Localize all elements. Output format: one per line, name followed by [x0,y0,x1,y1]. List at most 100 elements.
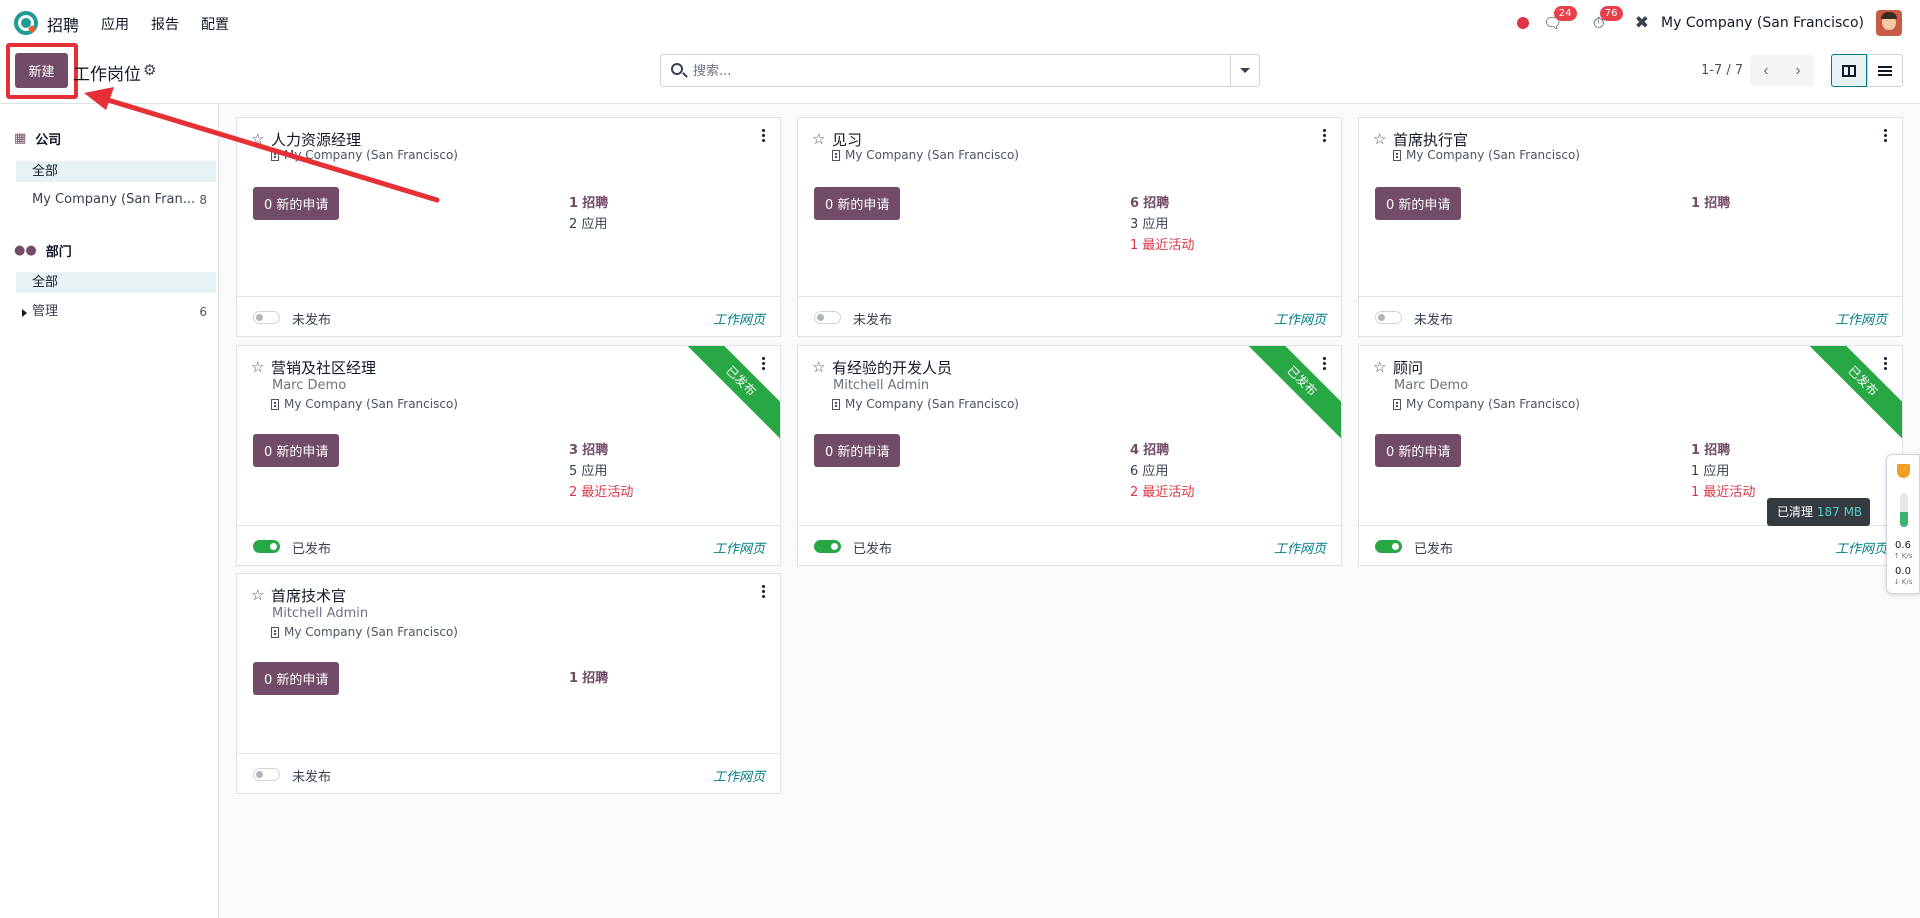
recruitment-stat[interactable]: 6 招聘 [1130,192,1169,211]
new-applications-button[interactable]: 0 新的申请 [814,434,901,467]
job-webpage-link[interactable]: 工作网页 [1274,538,1326,557]
recent-activity-stat[interactable]: 1 最近活动 [1130,234,1194,253]
department-filter-all[interactable]: 全部 [16,272,216,293]
job-webpage-link[interactable]: 工作网页 [1835,309,1887,328]
job-webpage-link[interactable]: 工作网页 [1835,538,1887,557]
job-card[interactable]: ☆ 见习 My Company (San Francisco) 0 新的申请 6 招聘 3… [797,117,1342,337]
publish-toggle[interactable] [253,768,280,781]
new-applications-button[interactable]: 0 新的申请 [253,434,340,467]
favorite-star-icon[interactable]: ☆ [251,358,264,376]
recruitment-stat[interactable]: 3 招聘 [569,439,608,458]
recruitment-count: 1 [1691,196,1701,211]
card-menu-icon[interactable] [762,357,766,371]
job-card[interactable]: ☆ 首席执行官 My Company (San Francisco) 0 新的申请 1 … [1358,117,1903,337]
publish-toggle[interactable] [1375,311,1402,324]
applications-stat[interactable]: 5 应用 [569,460,607,479]
job-webpage-link[interactable]: 工作网页 [713,538,765,557]
search-options-toggle-icon[interactable] [1230,55,1259,86]
job-title[interactable]: 营销及社区经理 [271,357,376,378]
applications-stat[interactable]: 1 应用 [1691,460,1729,479]
new-applications-button[interactable]: 0 新的申请 [1375,187,1462,220]
search-input[interactable] [693,59,1213,83]
applications-stat[interactable]: 3 应用 [1130,213,1168,232]
publish-status: 未发布 [1414,313,1454,328]
recruitment-stat[interactable]: 4 招聘 [1130,439,1169,458]
shield-icon [1897,464,1910,478]
favorite-star-icon[interactable]: ☆ [251,586,264,604]
department-filter-item[interactable]: 管理 6 [32,302,207,322]
kanban-view-button[interactable] [1831,54,1867,87]
job-company-label: My Company (San Francisco) [845,148,1019,162]
recruitment-stat[interactable]: 1 招聘 [569,667,608,686]
job-card[interactable]: ☆ 人力资源经理 My Company (San Francisco) 0 新的申请 1… [236,117,781,337]
company-switcher[interactable]: My Company (San Francisco) [1661,15,1864,31]
memory-bar [1900,493,1908,527]
recent-activity-stat[interactable]: 1 最近活动 [1691,481,1755,500]
card-menu-icon[interactable] [1323,357,1327,371]
recruitment-stat[interactable]: 1 招聘 [1691,192,1730,211]
favorite-star-icon[interactable]: ☆ [1373,130,1386,148]
favorite-star-icon[interactable]: ☆ [1373,358,1386,376]
publish-toggle[interactable] [253,540,280,553]
favorite-star-icon[interactable]: ☆ [251,130,264,148]
expand-caret-icon[interactable] [22,309,27,317]
card-menu-icon[interactable] [762,585,766,599]
applications-stat[interactable]: 2 应用 [569,213,607,232]
job-title[interactable]: 有经验的开发人员 [832,357,952,378]
tools-icon[interactable]: ✖ [1635,13,1649,33]
user-avatar[interactable] [1876,10,1902,36]
system-monitor-widget[interactable]: 0.6 ↑ K/s 0.0 ↓ K/s [1886,454,1920,594]
job-card[interactable]: ☆ 营销及社区经理 已发布 Marc Demo My Company (San Fran… [236,345,781,566]
job-title[interactable]: 首席技术官 [271,585,346,606]
job-title[interactable]: 见习 [832,129,862,150]
card-menu-icon[interactable] [762,129,766,143]
job-webpage-link[interactable]: 工作网页 [1274,309,1326,328]
recruitment-stat[interactable]: 1 招聘 [569,192,608,211]
new-applications-button[interactable]: 0 新的申请 [1375,434,1462,467]
recruitment-app-icon[interactable] [14,11,38,35]
gear-icon[interactable]: ⚙ [143,61,156,79]
publish-status: 已发布 [853,542,893,557]
new-applications-button[interactable]: 0 新的申请 [253,187,340,220]
list-view-button[interactable] [1867,54,1903,87]
job-card[interactable]: ☆ 有经验的开发人员 已发布 Mitchell Admin My Company (Sa… [797,345,1342,566]
job-title[interactable]: 顾问 [1393,357,1423,378]
new-applications-button[interactable]: 0 新的申请 [814,187,901,220]
pager-next-button[interactable]: › [1782,55,1814,86]
card-menu-icon[interactable] [1323,129,1327,143]
pager-previous-button[interactable]: ‹ [1750,55,1782,86]
publish-toggle[interactable] [814,540,841,553]
menu-item-reports[interactable]: 报告 [151,14,179,34]
job-webpage-link[interactable]: 工作网页 [713,309,765,328]
card-footer: 未发布 工作网页 [798,296,1341,336]
menu-item-applications[interactable]: 应用 [101,14,129,34]
company-filter-label: My Company (San Fran... [32,192,196,207]
activity-clock-icon[interactable]: ⏱ 76 [1589,6,1623,33]
pager-value[interactable]: 1-7 / 7 [1701,63,1743,78]
publish-toggle[interactable] [1375,540,1402,553]
recent-activity-stat[interactable]: 2 最近活动 [569,481,633,500]
company-filter-all[interactable]: 全部 [16,161,216,182]
publish-toggle[interactable] [814,311,841,324]
recording-dot-icon[interactable] [1516,17,1529,29]
job-webpage-link[interactable]: 工作网页 [713,766,765,785]
job-card[interactable]: ☆ 顾问 已发布 Marc Demo My Company (San Francisco… [1358,345,1903,566]
applications-stat[interactable]: 6 应用 [1130,460,1168,479]
favorite-star-icon[interactable]: ☆ [812,130,825,148]
job-title[interactable]: 首席执行官 [1393,129,1468,150]
company-filter-item[interactable]: My Company (San Fran... 8 [32,190,207,210]
job-title[interactable]: 人力资源经理 [271,129,361,150]
recruitment-stat[interactable]: 1 招聘 [1691,439,1730,458]
recent-activity-stat[interactable]: 2 最近活动 [1130,481,1194,500]
favorite-star-icon[interactable]: ☆ [812,358,825,376]
app-name[interactable]: 招聘 [47,12,79,36]
job-card[interactable]: ☆ 首席技术官 Mitchell Admin My Company (San Fran… [236,573,781,794]
card-menu-icon[interactable] [1884,357,1888,371]
card-menu-icon[interactable] [1884,129,1888,143]
job-company-label: My Company (San Francisco) [284,148,458,162]
menu-item-configuration[interactable]: 配置 [201,14,229,34]
chat-icon[interactable]: 🗨 24 [1543,6,1577,33]
new-applications-button[interactable]: 0 新的申请 [253,662,340,695]
publish-toggle[interactable] [253,311,280,324]
card-footer: 已发布 工作网页 [237,525,780,565]
